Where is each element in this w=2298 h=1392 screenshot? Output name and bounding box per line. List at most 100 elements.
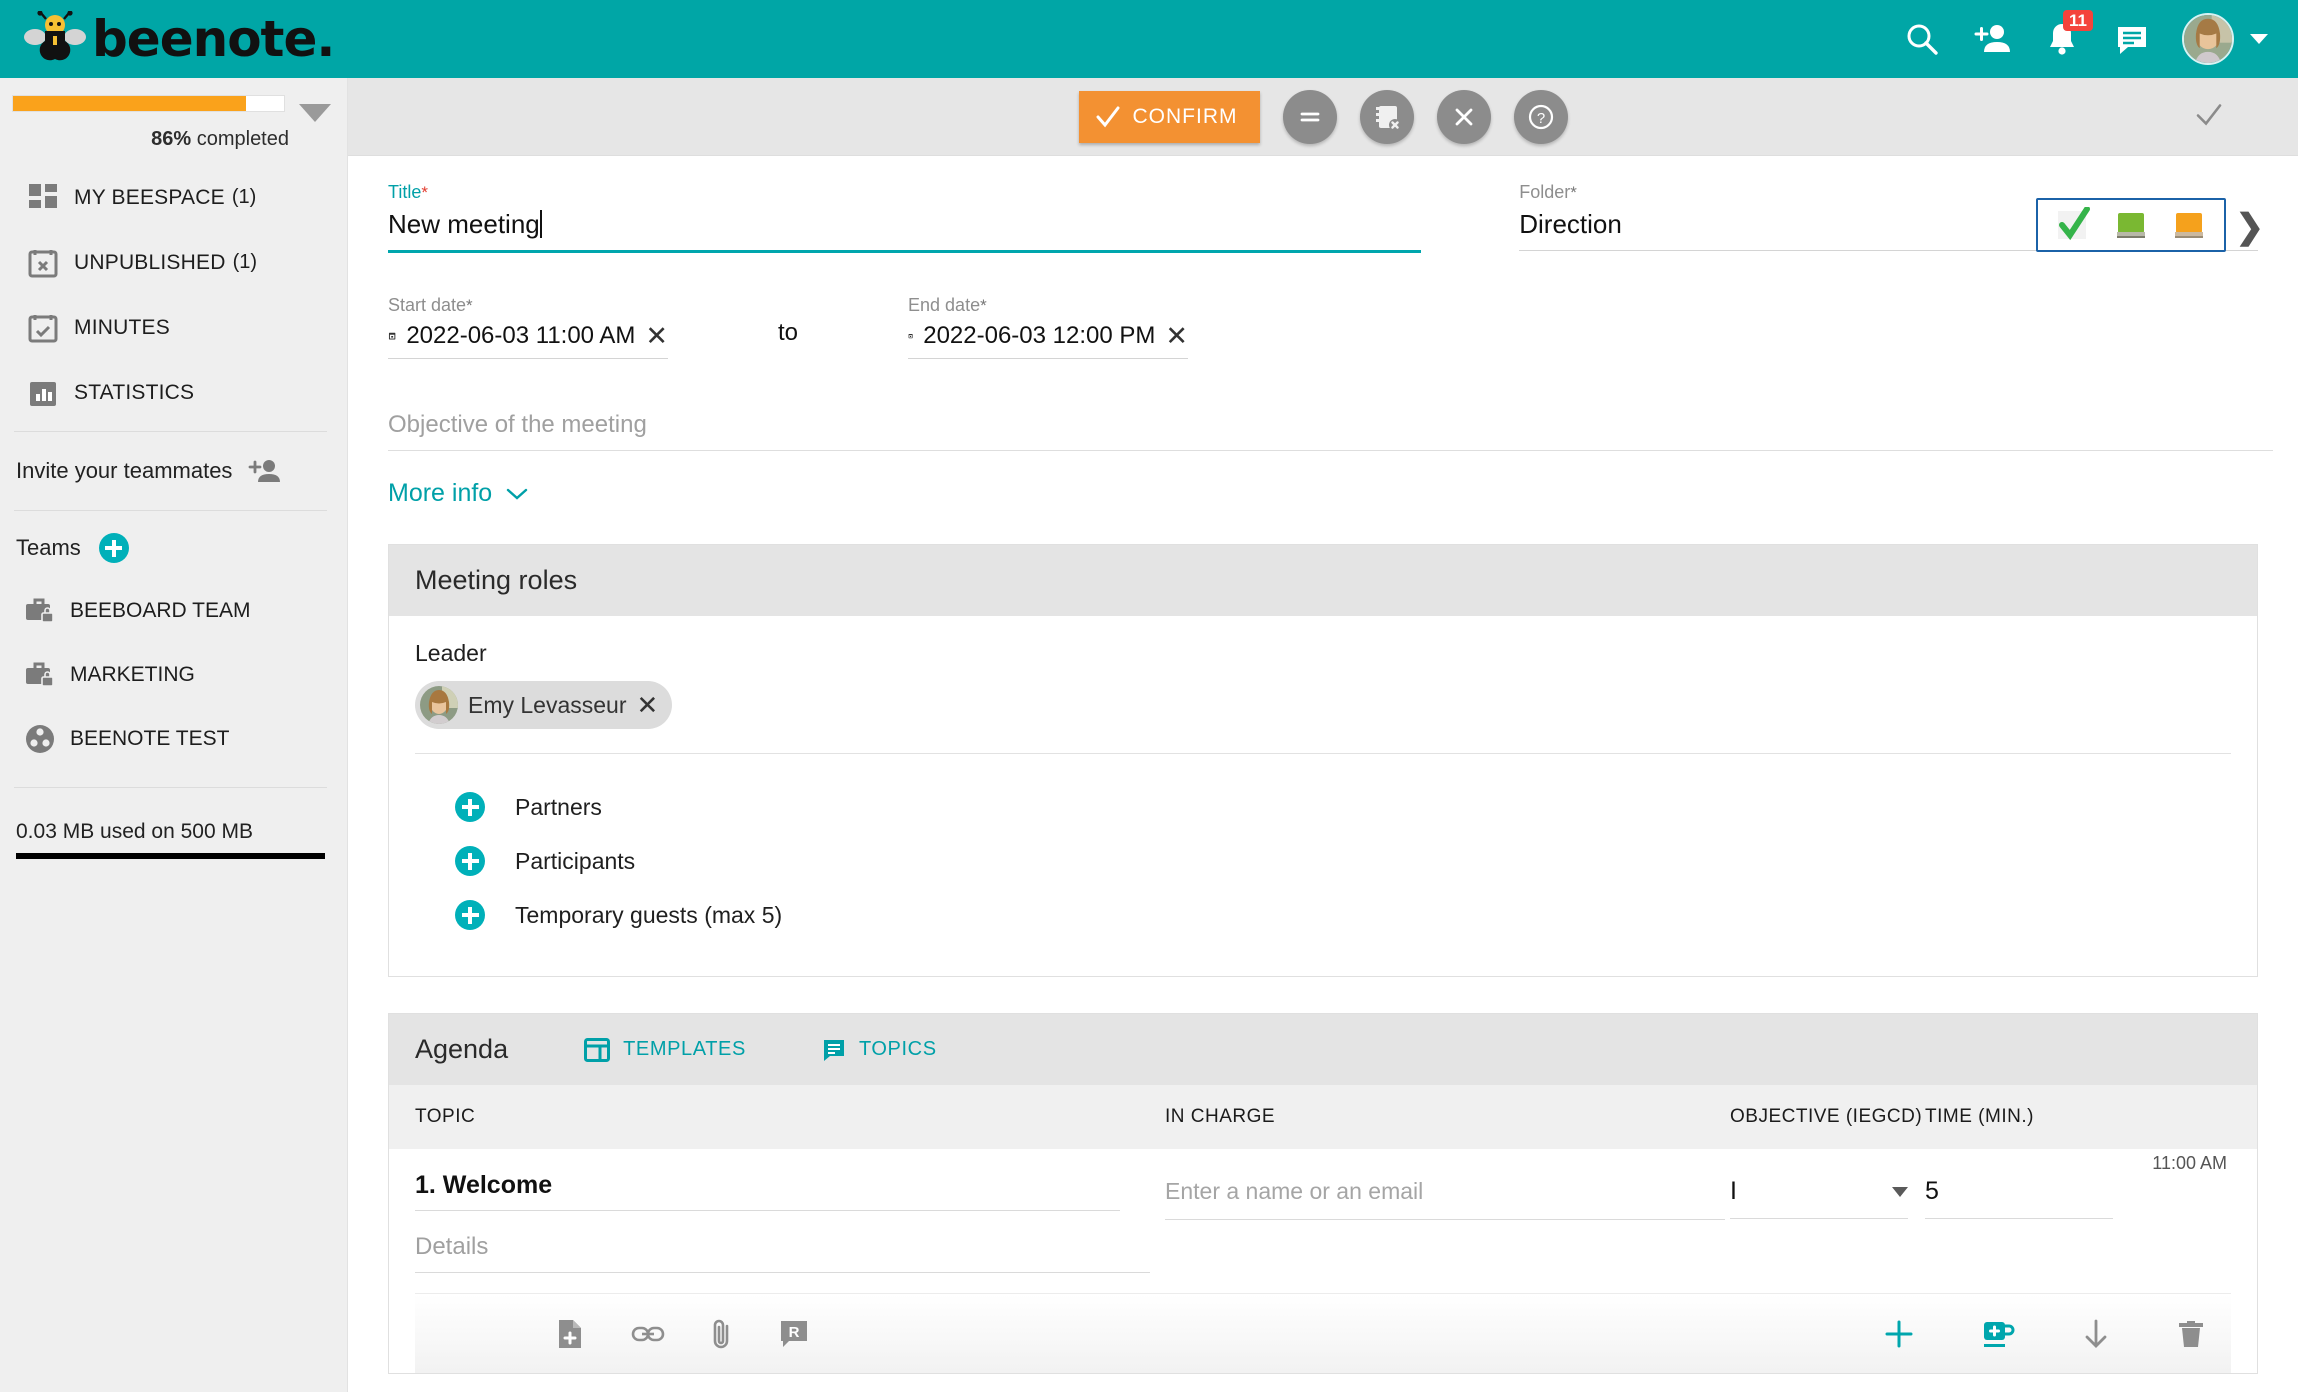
storage-bar — [16, 853, 325, 859]
teams-label: Teams — [16, 535, 81, 560]
progress-expand-icon[interactable] — [299, 104, 331, 122]
title-field: Title* New meeting — [388, 182, 1422, 253]
in-charge-input[interactable]: Enter a name or an email — [1165, 1178, 1725, 1220]
sidebar-item-marketing[interactable]: MARKETING — [0, 643, 347, 707]
group-icon — [24, 723, 56, 755]
help-button[interactable]: ? — [1513, 89, 1568, 144]
storage-info: 0.03 MB used on 500 MB — [0, 794, 347, 859]
sidebar-item-beeboard-team[interactable]: BEEBOARD TEAM — [0, 579, 347, 643]
add-document-icon[interactable] — [555, 1318, 585, 1350]
tab-templates[interactable]: TEMPLATES — [584, 1037, 746, 1062]
chevron-right-icon[interactable]: ❯ — [2236, 210, 2265, 244]
invite-teammates-button[interactable]: Invite your teammates — [0, 438, 347, 504]
unpublish-button[interactable] — [1359, 89, 1414, 144]
add-person-icon — [248, 455, 281, 487]
agenda-header: Agenda TEMPLATES TOPICS — [389, 1014, 2257, 1085]
search-icon[interactable] — [1902, 19, 1942, 59]
agenda-column-headers: TOPIC IN CHARGE OBJECTIVE (IEGCD) TIME (… — [389, 1085, 2257, 1149]
add-participants-row[interactable]: Participants — [415, 834, 2231, 888]
add-team-button[interactable] — [98, 533, 129, 563]
link-icon[interactable] — [631, 1323, 665, 1345]
progress-suffix: completed — [191, 128, 289, 150]
time-cell: 5 — [1925, 1171, 2125, 1273]
confirm-button[interactable]: CONFIRM — [1078, 90, 1260, 143]
sidebar-item-minutes[interactable]: MINUTES — [0, 295, 347, 360]
equalize-button[interactable] — [1282, 89, 1337, 144]
start-date-input[interactable]: 2022-06-03 11:00 AM ✕ — [388, 322, 668, 359]
objective-field[interactable]: Objective of the meeting — [388, 411, 2273, 451]
sidebar-label: MY BEESPACE — [74, 185, 225, 209]
more-info-label: More info — [388, 479, 493, 507]
start-date-field: Start date* 2022-06-03 11:00 AM ✕ — [388, 295, 668, 359]
resolution-icon[interactable]: R — [779, 1319, 809, 1349]
chevron-down-icon[interactable] — [2250, 34, 2268, 44]
add-temporary-guests-row[interactable]: Temporary guests (max 5) — [415, 888, 2231, 942]
checkmark-swatch[interactable] — [2054, 207, 2092, 243]
plus-circle-icon — [455, 900, 485, 930]
progress-label: 86% completed — [0, 122, 347, 151]
sidebar-item-beenote-test[interactable]: BEENOTE TEST — [0, 707, 347, 771]
close-button[interactable] — [1436, 89, 1491, 144]
sidebar-item-my-beespace[interactable]: MY BEESPACE (1) — [0, 165, 347, 230]
add-break-icon[interactable] — [1981, 1318, 2015, 1350]
calendar-check-icon — [28, 313, 58, 343]
notebook-x-icon — [1375, 105, 1401, 131]
details-input[interactable]: Details — [415, 1211, 1150, 1273]
add-partners-row[interactable]: Partners — [415, 780, 2231, 834]
add-person-icon[interactable] — [1972, 19, 2012, 59]
sidebar-item-statistics[interactable]: STATISTICS — [0, 360, 347, 425]
add-topic-icon[interactable] — [1883, 1318, 1915, 1350]
sidebar-count: (1) — [231, 186, 257, 208]
green-folder-swatch[interactable] — [2112, 207, 2150, 243]
leader-chip[interactable]: Emy Levasseur ✕ — [415, 681, 673, 729]
sidebar-item-unpublished[interactable]: UNPUBLISHED (1) — [0, 230, 347, 295]
bell-icon[interactable]: 11 — [2042, 10, 2093, 59]
sidebar-label: STATISTICS — [74, 380, 195, 404]
row-toolbar: R — [415, 1293, 2231, 1373]
folder-color-picker[interactable] — [2036, 198, 2226, 252]
end-date-input[interactable]: 2022-06-03 12:00 PM ✕ — [908, 322, 1189, 359]
save-check-button[interactable] — [2192, 97, 2226, 136]
move-down-icon[interactable] — [2081, 1318, 2111, 1350]
chevron-down-icon — [507, 488, 528, 500]
start-date-label-text: Start date — [388, 295, 467, 315]
objective-cell: I — [1730, 1171, 1925, 1273]
required-mark: * — [1570, 183, 1577, 202]
meeting-roles-heading: Meeting roles — [389, 545, 2257, 616]
title-input[interactable]: New meeting — [388, 209, 1422, 253]
check-icon — [2196, 103, 2222, 125]
close-icon[interactable]: ✕ — [637, 692, 659, 718]
time-input[interactable]: 5 — [1925, 1177, 2113, 1219]
end-date-field: End date* 2022-06-03 12:00 PM ✕ — [908, 295, 1189, 359]
app-logo[interactable]: beenote. — [0, 10, 335, 68]
clear-end-date-icon[interactable]: ✕ — [1165, 322, 1188, 350]
agenda-card: Agenda TEMPLATES TOPICS TOPIC IN CHARGE … — [388, 1013, 2258, 1374]
title-label: Title* — [388, 182, 1421, 203]
objective-placeholder: Objective of the meeting — [388, 411, 2273, 451]
more-info-toggle[interactable]: More info — [388, 479, 2258, 508]
attachment-icon[interactable] — [711, 1317, 733, 1351]
divider — [14, 510, 327, 511]
team-label: BEENOTE TEST — [70, 727, 230, 750]
completion-progress — [0, 78, 347, 122]
topic-input[interactable]: 1. Welcome — [415, 1171, 1120, 1211]
form-scroll-area[interactable]: Title* New meeting Folder* Direction ❯ S… — [348, 156, 2298, 1392]
clear-start-date-icon[interactable]: ✕ — [645, 322, 668, 350]
orange-folder-swatch[interactable] — [2170, 207, 2208, 243]
tab-topics[interactable]: TOPICS — [822, 1038, 937, 1062]
bar-chart-icon — [28, 378, 58, 408]
column-topic: TOPIC — [415, 1106, 476, 1127]
plus-circle-icon — [455, 846, 485, 876]
check-icon — [1096, 106, 1119, 127]
delete-icon[interactable] — [2177, 1318, 2205, 1350]
date-range-separator: to — [778, 319, 799, 346]
avatar[interactable] — [2182, 13, 2234, 65]
plus-circle-icon — [455, 792, 485, 822]
objective-select[interactable]: I — [1730, 1177, 1908, 1219]
folder-field: Folder* Direction ❯ — [1519, 182, 2264, 252]
role-label: Participants — [515, 847, 636, 874]
sidebar-nav: MY BEESPACE (1) UNPUBLISHED (1) MINUTES … — [0, 151, 347, 425]
topics-icon — [823, 1039, 844, 1061]
chat-icon[interactable] — [2112, 19, 2152, 59]
row-tools-right — [1883, 1318, 2205, 1350]
